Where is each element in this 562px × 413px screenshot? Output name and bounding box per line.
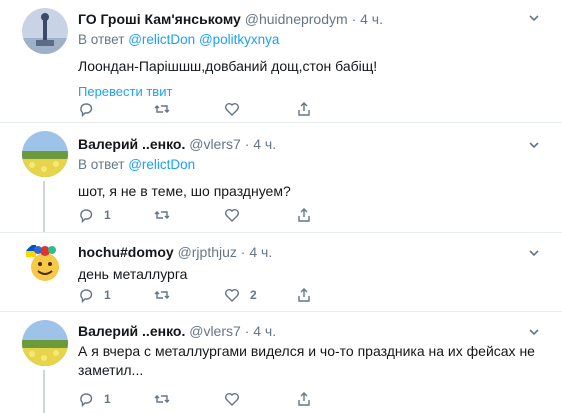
tweet-header: Валерий ..енко. @vlers7 · 4 ч. [78, 322, 546, 340]
like-button[interactable]: 2 [224, 286, 257, 304]
avatar[interactable] [22, 320, 68, 366]
like-button[interactable] [224, 390, 240, 408]
mention-link[interactable]: @politkyxnya [199, 32, 280, 47]
tweet-header: Валерий ..енко. @vlers7 · 4 ч. [78, 135, 546, 153]
heart-icon [225, 103, 239, 116]
share-icon [298, 392, 310, 406]
tweet-header: ГО Гроші Кам'янському @huidneprodym · 4 … [78, 10, 546, 28]
retweet-icon [154, 395, 170, 403]
tweet-text: шот, я не в теме, шо празднуем? [78, 183, 291, 199]
user-handle[interactable]: @rjpthjuz [178, 244, 237, 260]
mention-link[interactable]: @relictDon [128, 157, 195, 172]
timestamp[interactable]: 4 ч. [360, 11, 383, 27]
share-icon [298, 102, 310, 116]
chevron-down-icon[interactable] [528, 326, 540, 338]
avatar[interactable] [22, 8, 68, 54]
reply-icon [80, 393, 93, 407]
retweet-icon [154, 291, 170, 299]
reply-count: 1 [104, 208, 111, 222]
user-handle[interactable]: @vlers7 [189, 136, 241, 152]
reply-count: 1 [104, 288, 111, 302]
share-button[interactable] [296, 390, 312, 408]
tweet-header: hochu#domoy @rjpthjuz · 4 ч. [78, 243, 546, 261]
like-button[interactable] [224, 100, 240, 118]
separator-dot: · [244, 136, 250, 152]
chevron-down-icon[interactable] [528, 247, 540, 259]
separator-dot: · [351, 11, 357, 27]
reply-count: 1 [104, 392, 111, 406]
thread-line [43, 370, 45, 413]
tweet-actions: 1 [78, 390, 378, 408]
reply-to: В ответ @relictDon [78, 156, 546, 174]
timestamp[interactable]: 4 ч. [253, 323, 276, 339]
heart-icon [225, 209, 239, 222]
share-icon [298, 208, 310, 222]
tweet-text: А я вчера с металлургами виделся и чо-то… [78, 343, 535, 378]
reply-icon [80, 289, 93, 303]
retweet-icon [154, 105, 170, 113]
separator-dot: · [244, 323, 250, 339]
reply-to-label: В ответ [78, 157, 125, 172]
display-name[interactable]: ГО Гроші Кам'янському [78, 11, 241, 27]
reply-button[interactable] [78, 100, 94, 118]
chevron-down-icon[interactable] [528, 139, 540, 151]
display-name[interactable]: hochu#domoy [78, 244, 174, 260]
timestamp[interactable]: 4 ч. [253, 136, 276, 152]
display-name[interactable]: Валерий ..енко. [78, 323, 185, 339]
retweet-button[interactable] [154, 286, 170, 304]
reply-button[interactable]: 1 [78, 390, 111, 408]
chevron-down-icon[interactable] [528, 12, 540, 24]
heart-icon [225, 289, 239, 302]
share-button[interactable] [296, 100, 312, 118]
translate-tweet-link[interactable]: Перевести твит [78, 84, 546, 100]
reply-button[interactable]: 1 [78, 286, 111, 304]
tweet-text: Лоондан-Парішшш,довбаний дощ,стон бабіщ! [78, 58, 378, 74]
heart-icon [225, 393, 239, 406]
reply-icon [80, 103, 93, 117]
separator-dot: · [240, 244, 246, 260]
retweet-button[interactable] [154, 206, 170, 224]
user-handle[interactable]: @vlers7 [189, 323, 241, 339]
thread-line [43, 181, 45, 233]
reply-to-label: В ответ [78, 32, 125, 47]
share-button[interactable] [296, 286, 312, 304]
like-count: 2 [250, 288, 257, 302]
display-name[interactable]: Валерий ..енко. [78, 136, 185, 152]
reply-to: В ответ @relictDon @politkyxnya [78, 31, 546, 49]
share-icon [298, 288, 310, 302]
tweet-text: день металлурга [78, 266, 188, 282]
user-handle[interactable]: @huidneprodym [245, 11, 348, 27]
reply-icon [80, 209, 93, 223]
retweet-button[interactable] [154, 390, 170, 408]
like-button[interactable] [224, 206, 240, 224]
mention-link[interactable]: @relictDon [128, 32, 195, 47]
tweet-actions: 1 2 [78, 286, 378, 304]
timestamp[interactable]: 4 ч. [249, 244, 272, 260]
retweet-icon [154, 211, 170, 219]
avatar[interactable] [22, 131, 68, 177]
tweet-actions [78, 100, 378, 118]
reply-button[interactable]: 1 [78, 206, 111, 224]
share-button[interactable] [296, 206, 312, 224]
avatar[interactable] [22, 241, 68, 287]
retweet-button[interactable] [154, 100, 170, 118]
tweet-actions: 1 [78, 206, 378, 224]
